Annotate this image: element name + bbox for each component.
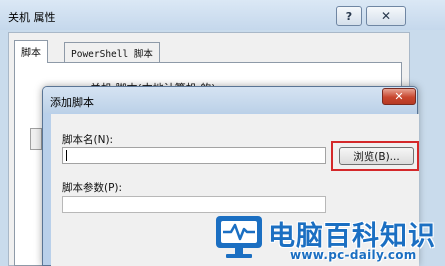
help-button[interactable]: ? bbox=[336, 6, 362, 26]
monitor-logo-icon bbox=[216, 216, 262, 258]
browse-button[interactable]: 浏览(B)... bbox=[339, 147, 414, 165]
script-params-label: 脚本参数(P): bbox=[62, 182, 123, 194]
watermark-url: www.pc-daily.com bbox=[290, 248, 417, 262]
tab-powershell-scripts[interactable]: PowerShell 脚本 bbox=[64, 42, 160, 62]
close-button[interactable]: ✕ bbox=[366, 6, 406, 26]
tab-scripts[interactable]: 脚本 bbox=[14, 40, 48, 63]
text-caret bbox=[66, 150, 67, 161]
script-name-label: 脚本名(N): bbox=[62, 134, 114, 146]
dialog-close-button[interactable]: ✕ bbox=[382, 88, 416, 105]
window-title: 关机 属性 bbox=[8, 11, 56, 24]
partially-hidden-button[interactable] bbox=[30, 128, 42, 150]
add-script-titlebar bbox=[43, 87, 417, 113]
dialog-title: 添加脚本 bbox=[50, 96, 94, 109]
script-name-input[interactable] bbox=[62, 147, 326, 164]
